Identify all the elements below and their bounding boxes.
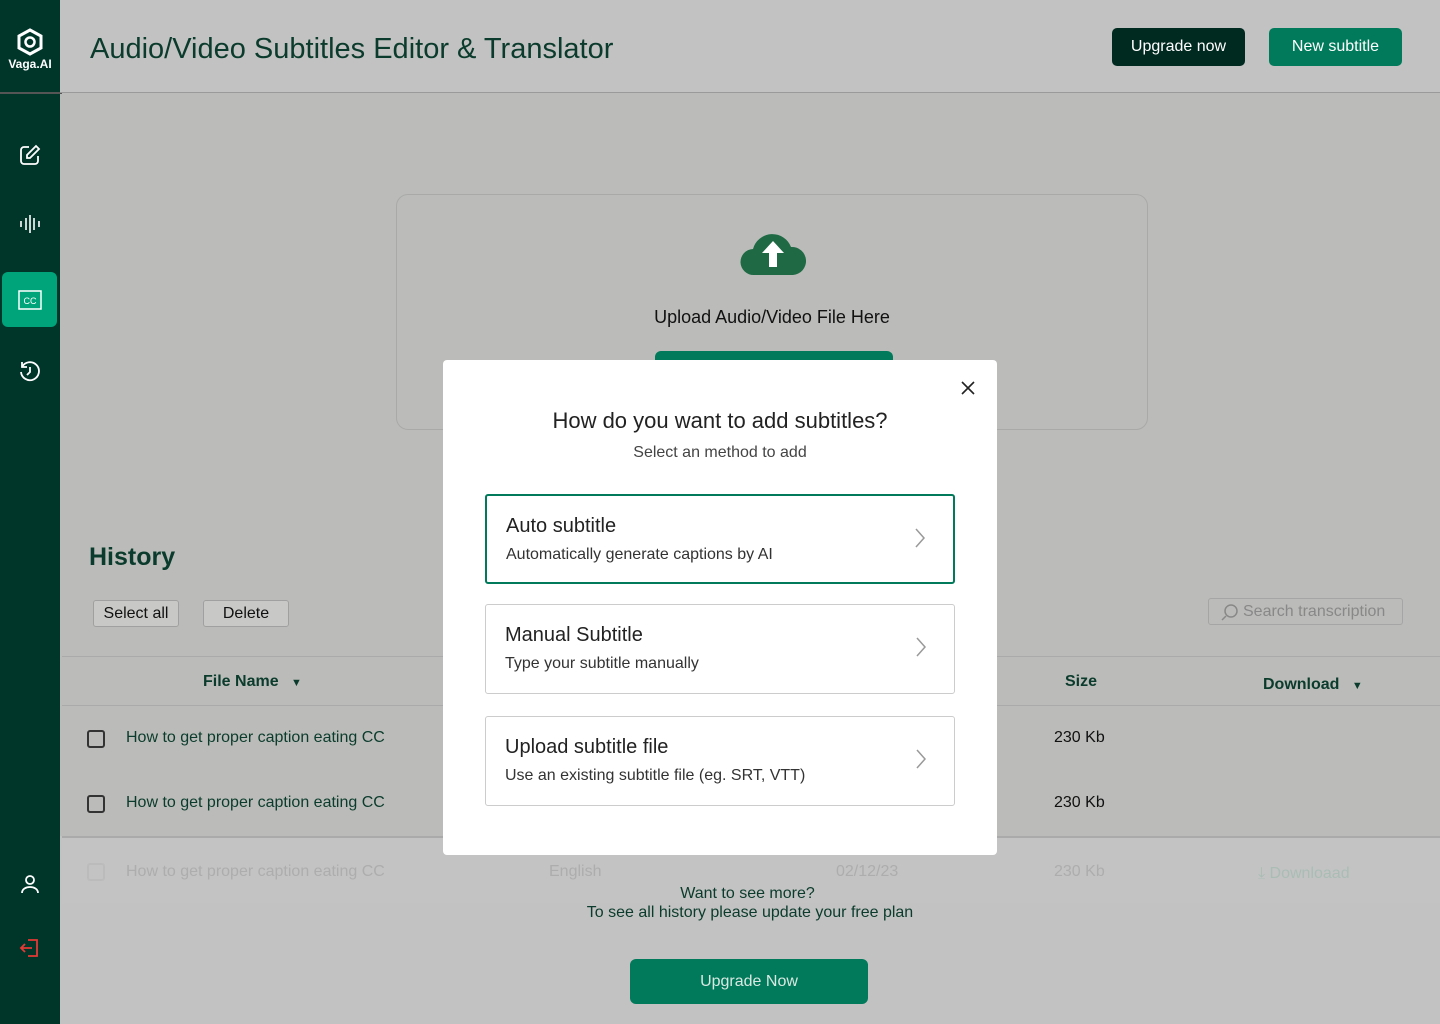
cloud-upload-icon	[740, 234, 806, 276]
waveform-icon	[19, 214, 40, 233]
user-icon	[20, 874, 39, 893]
closed-caption-icon: CC	[17, 289, 42, 310]
sidebar-item-logout[interactable]	[2, 920, 57, 975]
file-name: How to get proper caption eating CC	[126, 863, 385, 880]
caret-down-icon: ▼	[291, 677, 302, 689]
sidebar-item-history[interactable]	[2, 343, 57, 398]
search-icon	[1221, 603, 1238, 621]
row-checkbox[interactable]	[87, 730, 105, 748]
column-size: Size	[1065, 673, 1098, 690]
upgrade-heading: Want to see more?	[680, 885, 815, 902]
close-icon[interactable]	[961, 381, 975, 395]
file-name-link[interactable]: How to get proper caption eating CC	[126, 794, 385, 812]
search-placeholder: Search transcription	[1243, 602, 1386, 620]
new-subtitle-button[interactable]: New subtitle	[1269, 28, 1402, 66]
sidebar-item-audio[interactable]	[2, 196, 57, 251]
option-upload-subtitle-file[interactable]: Upload subtitle file Use an existing sub…	[485, 716, 955, 806]
option-description: Use an existing subtitle file (eg. SRT, …	[505, 767, 806, 784]
option-title: Upload subtitle file	[505, 736, 669, 758]
upload-label: Upload Audio/Video File Here	[654, 307, 890, 327]
download-icon: ⤓	[1258, 865, 1266, 882]
option-title: Manual Subtitle	[505, 624, 643, 646]
option-description: Type your subtitle manually	[505, 655, 699, 672]
logout-icon	[19, 938, 38, 957]
upgrade-prompt: How to get proper caption eating CC Engl…	[60, 836, 1440, 1024]
chevron-right-icon	[916, 749, 926, 769]
upgrade-now-button[interactable]: Upgrade now	[1112, 28, 1245, 66]
divider	[0, 92, 62, 94]
file-size: 230 Kb	[1054, 729, 1105, 746]
sidebar-item-profile[interactable]	[2, 856, 57, 911]
file-name-link[interactable]: How to get proper caption eating CC	[126, 729, 385, 747]
modal-title: How do you want to add subtitles?	[552, 408, 888, 433]
history-title: History	[89, 543, 176, 571]
caret-down-icon: ▼	[1351, 680, 1363, 692]
upgrade-description: To see all history please update your fr…	[586, 904, 914, 921]
column-file-name[interactable]: File Name ▼	[203, 673, 302, 691]
chevron-right-icon	[916, 637, 926, 657]
chevron-right-icon	[915, 528, 925, 548]
row-checkbox[interactable]	[87, 795, 105, 813]
header: Audio/Video Subtitles Editor & Translato…	[60, 0, 1440, 93]
option-title: Auto subtitle	[506, 515, 617, 537]
option-description: Automatically generate captions by AI	[506, 546, 773, 563]
date: 02/12/23	[836, 863, 899, 880]
delete-button[interactable]: Delete	[203, 600, 289, 627]
option-manual-subtitle[interactable]: Manual Subtitle Type your subtitle manua…	[485, 604, 955, 694]
brand-name: Vaga.AI	[8, 57, 52, 71]
language: English	[549, 863, 602, 880]
select-all-button[interactable]: Select all	[93, 600, 179, 627]
edit-icon	[19, 144, 40, 165]
download-link: ⤓ Downloaad	[1258, 865, 1350, 882]
add-subtitle-modal: How do you want to add subtitles? Select…	[443, 360, 997, 855]
modal-subtitle: Select an method to add	[633, 444, 807, 461]
sidebar: Vaga.AI CC	[0, 0, 62, 1024]
upgrade-now-bottom-button[interactable]: Upgrade Now	[630, 959, 868, 1004]
logo[interactable]: Vaga.AI	[0, 28, 60, 71]
svg-text:CC: CC	[23, 296, 36, 306]
page-title: Audio/Video Subtitles Editor & Translato…	[90, 33, 614, 65]
sidebar-item-edit[interactable]	[2, 127, 57, 182]
file-size: 230 Kb	[1054, 863, 1105, 880]
row-checkbox	[87, 863, 105, 881]
column-download[interactable]: Download ▼	[1263, 676, 1363, 694]
history-icon	[19, 360, 40, 381]
option-auto-subtitle[interactable]: Auto subtitle Automatically generate cap…	[485, 494, 955, 584]
logo-hexagon-icon	[17, 28, 43, 56]
search-input[interactable]: Search transcription	[1208, 598, 1403, 625]
file-size: 230 Kb	[1054, 794, 1105, 811]
sidebar-item-subtitles[interactable]: CC	[2, 272, 57, 327]
